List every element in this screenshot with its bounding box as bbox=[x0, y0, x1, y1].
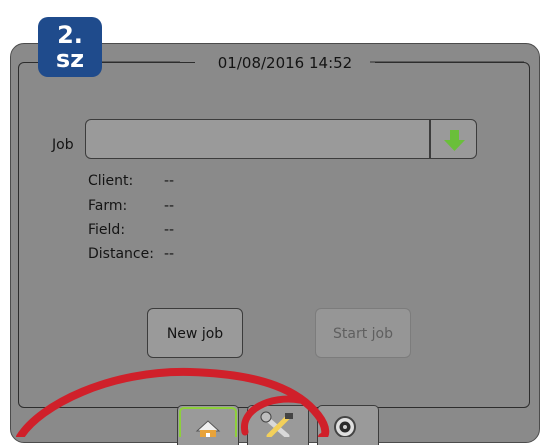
detail-row-farm: Farm: -- bbox=[88, 198, 174, 214]
job-dropdown-button[interactable] bbox=[430, 119, 477, 159]
step-badge: 2. sz bbox=[38, 17, 102, 77]
tab-tools[interactable] bbox=[247, 405, 309, 445]
detail-key: Farm: bbox=[88, 198, 128, 214]
detail-row-client: Client: -- bbox=[88, 173, 174, 189]
detail-key: Client: bbox=[88, 173, 134, 189]
home-icon bbox=[179, 407, 237, 437]
tools-icon bbox=[260, 411, 293, 437]
detail-key: Field: bbox=[88, 222, 126, 238]
step-badge-number: 2. bbox=[57, 21, 83, 49]
camera-icon bbox=[334, 416, 356, 437]
job-select-field[interactable] bbox=[85, 119, 430, 159]
detail-row-field: Field: -- bbox=[88, 222, 174, 238]
detail-value: -- bbox=[164, 173, 175, 189]
job-label: Job bbox=[52, 137, 74, 153]
tab-camera[interactable] bbox=[317, 405, 379, 445]
detail-value: -- bbox=[164, 222, 175, 238]
detail-row-distance: Distance: -- bbox=[88, 246, 174, 262]
detail-key: Distance: bbox=[88, 246, 154, 262]
arrow-down-icon bbox=[444, 130, 465, 151]
detail-value: -- bbox=[164, 198, 175, 214]
new-job-button[interactable]: New job bbox=[147, 308, 243, 358]
datetime-display: 01/08/2016 14:52 bbox=[195, 54, 375, 72]
tab-home[interactable] bbox=[177, 405, 239, 445]
step-badge-suffix: sz bbox=[55, 45, 85, 73]
detail-value: -- bbox=[164, 246, 175, 262]
start-job-button[interactable]: Start job bbox=[315, 308, 411, 358]
